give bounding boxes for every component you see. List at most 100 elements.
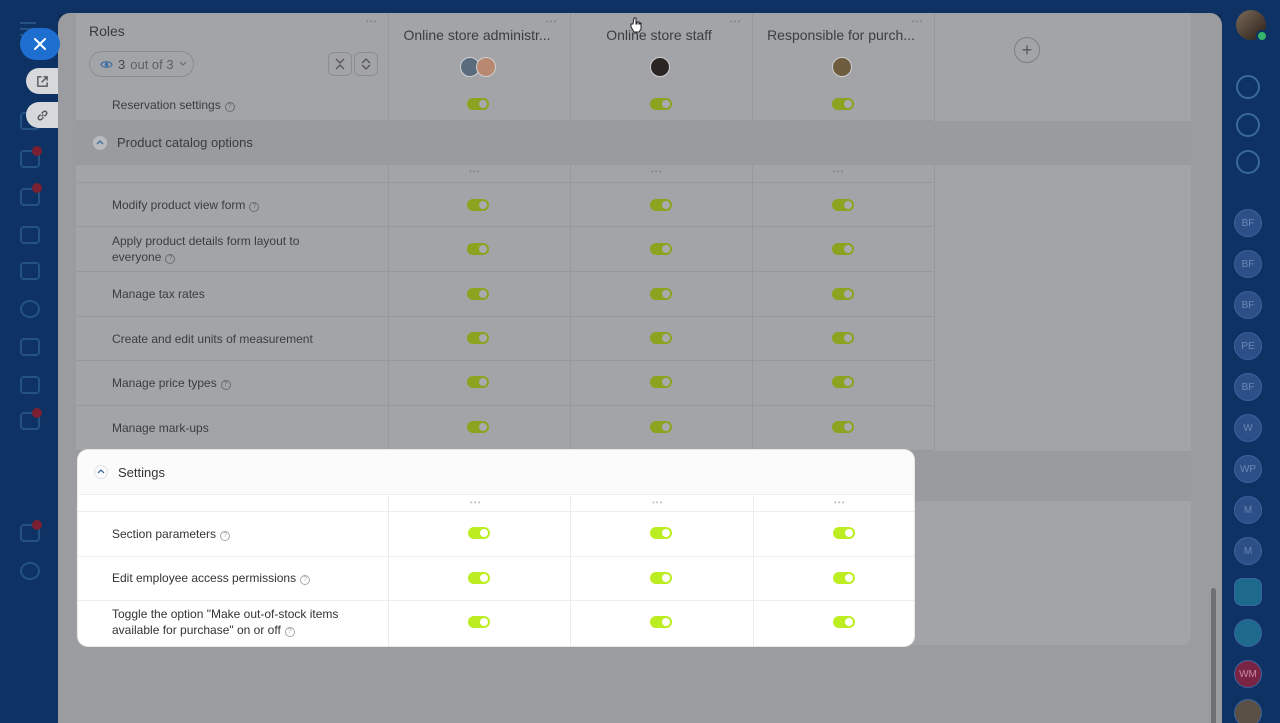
pen-icon[interactable] [20, 450, 40, 468]
calendar-icon[interactable] [20, 226, 40, 244]
permission-toggle[interactable] [832, 332, 854, 344]
permission-toggle[interactable] [468, 616, 490, 628]
close-slider-button[interactable] [20, 28, 60, 60]
permission-toggle[interactable] [467, 376, 489, 388]
add-role-button[interactable]: + [1014, 37, 1040, 63]
help-icon[interactable]: ? [249, 202, 260, 212]
permission-toggle[interactable] [650, 199, 672, 211]
collapse-all-button[interactable] [328, 52, 352, 76]
column-menu-dots[interactable]: ••• [652, 498, 663, 507]
target-icon[interactable] [20, 300, 40, 318]
permission-toggle[interactable] [832, 421, 854, 433]
chevron-up-icon[interactable] [94, 465, 108, 479]
member-avatar[interactable] [832, 57, 852, 77]
visible-roles-selector[interactable]: 3 out of 3 [89, 51, 194, 77]
storage-icon[interactable] [20, 376, 40, 394]
roles-title: Roles [89, 23, 125, 39]
avatar[interactable]: BF [1234, 250, 1262, 278]
open-in-new-window-tab[interactable] [26, 68, 58, 94]
member-avatar[interactable] [476, 57, 496, 77]
analytics-icon[interactable] [20, 488, 40, 506]
avatar[interactable]: BF [1234, 209, 1262, 237]
permission-toggle[interactable] [833, 616, 855, 628]
link-icon [37, 110, 47, 120]
section-header-settings[interactable]: Settings [78, 450, 914, 495]
permission-toggle[interactable] [650, 243, 672, 255]
help-icon[interactable]: ? [224, 102, 235, 112]
column-menu-dots[interactable]: ••• [546, 17, 557, 26]
permission-toggle[interactable] [650, 421, 672, 433]
permission-toggle[interactable] [650, 288, 672, 300]
column-menu-dots[interactable]: ••• [912, 17, 923, 26]
notification-badge [32, 183, 42, 193]
avatar[interactable]: M [1234, 496, 1262, 524]
help-icon[interactable]: ? [284, 627, 295, 637]
avatar[interactable]: PE [1234, 332, 1262, 360]
permission-toggle[interactable] [832, 199, 854, 211]
permission-toggle[interactable] [467, 332, 489, 344]
notification-badge [32, 520, 42, 530]
permission-toggle[interactable] [833, 527, 855, 539]
permission-row: Toggle the option "Make out-of-stock ite… [78, 601, 914, 646]
permission-toggle[interactable] [650, 527, 672, 539]
store-icon[interactable] [20, 262, 40, 280]
permission-toggle[interactable] [468, 572, 490, 584]
permission-toggle[interactable] [650, 98, 672, 110]
permission-toggle[interactable] [650, 616, 672, 628]
eye-icon [100, 60, 113, 68]
top-bar [58, 0, 1222, 14]
help-icon[interactable]: ? [165, 254, 176, 264]
copilot-icon[interactable] [1236, 113, 1260, 137]
column-title-online-store-staff[interactable]: Online store staff [568, 27, 750, 43]
copy-link-tab[interactable] [26, 102, 58, 128]
permission-toggle[interactable] [650, 572, 672, 584]
permission-toggle[interactable] [467, 243, 489, 255]
column-title-online-store-admin[interactable]: Online store administr... [386, 27, 568, 43]
permission-row: Create and edit units of measurement [76, 317, 933, 361]
expand-all-button[interactable] [354, 52, 378, 76]
scrollbar[interactable] [1211, 588, 1216, 723]
avatar[interactable]: WP [1234, 455, 1262, 483]
chevron-up-icon[interactable] [93, 136, 107, 150]
permission-toggle[interactable] [832, 98, 854, 110]
permission-row: Manage tax rates [76, 272, 933, 317]
help-icon[interactable]: ? [300, 575, 311, 585]
member-avatar[interactable] [650, 57, 670, 77]
permission-toggle[interactable] [467, 199, 489, 211]
column-menu-dots[interactable]: ••• [833, 167, 844, 176]
column-menu-dots[interactable]: ••• [834, 498, 845, 507]
help-icon[interactable]: ? [220, 531, 231, 541]
permission-toggle[interactable] [650, 332, 672, 344]
column-menu-dots[interactable]: ••• [469, 167, 480, 176]
avatar[interactable]: BF [1234, 373, 1262, 401]
search-chat-icon[interactable] [1236, 150, 1260, 174]
permission-row: Apply product details form layout to eve… [76, 227, 933, 272]
column-menu-dots[interactable]: ••• [470, 498, 481, 507]
cart-icon[interactable] [20, 338, 40, 356]
permission-toggle[interactable] [832, 376, 854, 388]
column-menu-dots[interactable]: ••• [730, 17, 741, 26]
avatar[interactable]: W [1234, 414, 1262, 442]
group-chat-icon[interactable] [1234, 578, 1262, 606]
permission-row: Manage price types? [76, 361, 933, 406]
avatar[interactable] [1234, 699, 1262, 723]
permission-toggle[interactable] [467, 98, 489, 110]
permission-toggle[interactable] [832, 243, 854, 255]
column-title-responsible-for-purchases[interactable]: Responsible for purch... [750, 27, 932, 43]
permission-toggle[interactable] [832, 288, 854, 300]
section-header-product-catalog[interactable]: Product catalog options [76, 121, 1191, 165]
permission-toggle[interactable] [467, 288, 489, 300]
permission-toggle[interactable] [650, 376, 672, 388]
settings-icon[interactable] [20, 562, 40, 580]
bell-icon[interactable] [1236, 75, 1260, 99]
permission-row: Section parameters? [78, 512, 914, 557]
permission-toggle[interactable] [468, 527, 490, 539]
avatar[interactable]: BF [1234, 291, 1262, 319]
avatar[interactable]: WM [1234, 660, 1262, 688]
avatar[interactable]: M [1234, 537, 1262, 565]
column-menu-dots[interactable]: ••• [651, 167, 662, 176]
permission-toggle[interactable] [467, 421, 489, 433]
permission-toggle[interactable] [833, 572, 855, 584]
team-icon[interactable] [1234, 619, 1262, 647]
help-icon[interactable]: ? [220, 380, 231, 390]
